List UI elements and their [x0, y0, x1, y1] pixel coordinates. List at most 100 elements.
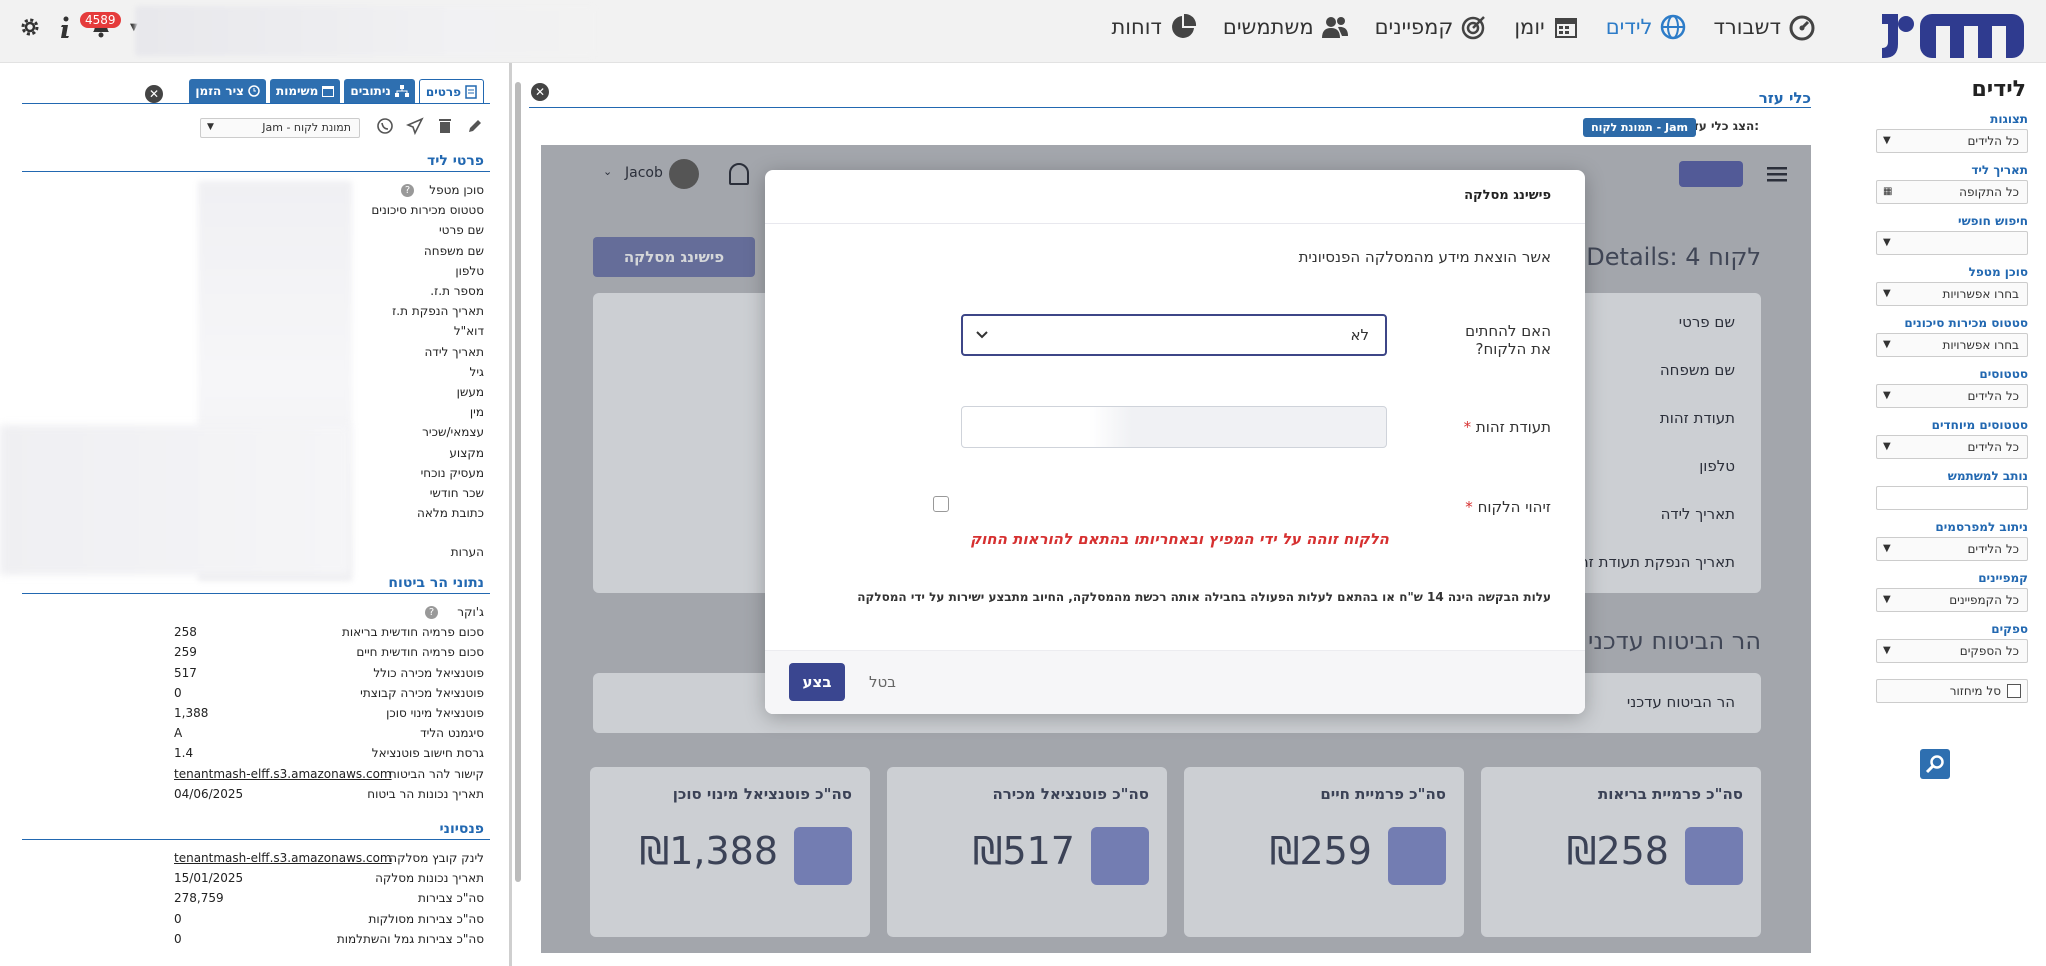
close-icon[interactable]: ✕: [531, 83, 549, 101]
id-number-text: תעודת זהות: [1475, 418, 1551, 436]
pie-chart-icon: [1171, 13, 1196, 38]
pencil-icon[interactable]: [466, 117, 484, 135]
pension-value[interactable]: tenantmash-elff.s3.amazonaws.com: [174, 851, 392, 865]
client-identified-text: זיהוי הלקוח: [1477, 498, 1551, 516]
insurance-link[interactable]: tenantmash-elff.s3.amazonaws.com: [174, 767, 392, 781]
insurance-value[interactable]: tenantmash-elff.s3.amazonaws.com: [174, 767, 392, 781]
filter-value: כל התקופה: [1959, 185, 2019, 199]
sitemap-icon: [394, 85, 409, 97]
filter-select[interactable]: ▼: [1876, 231, 2028, 255]
users-icon: [1321, 17, 1348, 38]
insurance-label: קישור להר הביטוח: [388, 766, 484, 781]
nav-campaigns[interactable]: קמפיינים: [1375, 13, 1489, 41]
filter-label: סוכן מטפל: [1968, 265, 2028, 279]
tab-routings[interactable]: ניתובים: [344, 79, 415, 103]
tool-chip[interactable]: תמונת לקוח - Jam: [1583, 118, 1696, 137]
view-select[interactable]: תמונת לקוח - Jam ▼: [200, 118, 360, 138]
filter-select[interactable]: כל התקופה ▦: [1876, 180, 2028, 204]
filter-select[interactable]: כל הלידים ▼: [1876, 384, 2028, 408]
insurance-row: פוטנציאל מכירה כולל 517: [14, 664, 484, 684]
execute-button[interactable]: בצע: [789, 663, 845, 701]
jam-logo[interactable]: [1880, 4, 2026, 60]
filter-input[interactable]: [1876, 486, 2028, 510]
pension-row: סה"כ צבירות מסולקות 0: [14, 910, 484, 930]
filter-select[interactable]: כל הספקים ▼: [1876, 639, 2028, 663]
pension-row: לינק קובץ מסלקה tenantmash-elff.s3.amazon…: [14, 849, 484, 869]
sign-client-label-line1: האם להחתים: [1465, 322, 1551, 340]
tab-label: משימות: [276, 84, 319, 98]
lead-field-label: כתובת מלאה: [417, 506, 484, 521]
pension-link[interactable]: tenantmash-elff.s3.amazonaws.com: [174, 851, 392, 865]
filter-select[interactable]: כל הלידים ▼: [1876, 129, 2028, 153]
nav-calendar[interactable]: יומן: [1514, 13, 1579, 41]
panel-divider[interactable]: [509, 63, 512, 966]
bar-chart-icon: [794, 827, 852, 885]
filter-value: כל הלידים: [1967, 440, 2019, 454]
nav-reports[interactable]: דוחות: [1111, 13, 1196, 41]
cancel-button[interactable]: בטל: [869, 673, 896, 691]
recycle-bin-checkbox[interactable]: סל מיחזור: [1876, 679, 2028, 703]
insurance-value: 517: [174, 665, 197, 680]
insurance-row: קישור להר הביטוח tenantmash-elff.s3.amazo…: [14, 765, 484, 785]
kpi-value: ₪258: [1566, 829, 1669, 873]
filter-label: תצוגות: [1990, 112, 2028, 126]
pension-label: לינק קובץ מסלקה: [389, 851, 484, 865]
filter-select[interactable]: כל הלידים ▼: [1876, 537, 2028, 561]
filter-value: כל הלידים: [1967, 389, 2019, 403]
view-select-value: תמונת לקוח - Jam: [262, 121, 351, 134]
sign-client-select[interactable]: לא: [961, 314, 1387, 356]
insurance-value: A: [174, 726, 183, 741]
lead-toolbar: [376, 117, 484, 135]
filter-select[interactable]: בחרו אפשרויות ▼: [1876, 333, 2028, 357]
panel-title: כלי עזר: [1758, 89, 1811, 107]
filter-select[interactable]: בחרו אפשרויות ▼: [1876, 282, 2028, 306]
kpi-value: ₪259: [1269, 829, 1372, 873]
kpi-value: ₪1,388: [639, 829, 778, 873]
lead-field-label: הערות: [450, 545, 484, 559]
background-section-field: הר הביטוח עדכני: [1626, 693, 1735, 711]
required-mark: *: [1465, 498, 1473, 516]
checkbox-box[interactable]: [2007, 684, 2021, 698]
nav-dashboard[interactable]: דשבורד: [1713, 13, 1816, 41]
filter-label: נותב למשתמש: [1947, 469, 2028, 483]
kpi-title: סה"כ פרמיית חיים: [1320, 785, 1446, 803]
insurance-value: 04/06/2025: [174, 786, 244, 801]
client-identified-checkbox[interactable]: [933, 496, 949, 512]
scrollbar[interactable]: [515, 82, 521, 882]
tab-timeline[interactable]: ציר הזמן: [189, 79, 267, 103]
redacted-values: [0, 425, 350, 575]
insurance-row: גרסת חישוב פוטנציאל 1.4: [14, 744, 484, 764]
help-icon[interactable]: ?: [401, 184, 414, 197]
trash-icon[interactable]: [436, 117, 454, 135]
tab-details[interactable]: פרטים: [418, 79, 484, 103]
clock-icon: [248, 85, 260, 97]
divider: [22, 103, 490, 104]
id-number-input[interactable]: [961, 406, 1387, 448]
whatsapp-icon[interactable]: [376, 117, 394, 135]
insurance-label: סכום פרמיה חודשית חיים: [356, 645, 484, 660]
insurance-value: 1,388: [174, 706, 209, 720]
insurance-label: גרסת חישוב פוטנציאל: [371, 746, 484, 761]
nav-leads[interactable]: לידים: [1606, 13, 1688, 41]
tab-tasks[interactable]: משימות: [270, 79, 341, 103]
target-icon: [1462, 16, 1486, 40]
search-button[interactable]: [1920, 749, 1950, 779]
info-icon[interactable]: [58, 15, 72, 39]
top-header: דשבורד לידים יומן קמפיינים משתמשים דוחות…: [0, 0, 2046, 63]
nav-label: משתמשים: [1222, 15, 1314, 39]
filter-label: חיפוש חופשי: [1958, 214, 2028, 228]
filter-value: כל הלידים: [1967, 134, 2019, 148]
pension-value: 0: [174, 931, 182, 946]
nav-label: יומן: [1514, 15, 1545, 39]
filter-select[interactable]: כל הלידים ▼: [1876, 435, 2028, 459]
close-icon[interactable]: ✕: [145, 85, 163, 103]
kpi-title: סה"כ פוטנציאל מינוי סוכן: [672, 785, 852, 803]
send-icon[interactable]: [406, 117, 424, 135]
nav-users[interactable]: משתמשים: [1223, 13, 1349, 41]
lead-details-panel: פרטים ניתובים משימות ציר הזמן ✕ תמונת לק…: [0, 63, 500, 966]
gear-icon[interactable]: [18, 15, 42, 39]
sidebar-title: לידים: [1971, 77, 2026, 102]
filter-select[interactable]: כל הקמפיינים ▼: [1876, 588, 2028, 612]
help-icon[interactable]: ?: [425, 606, 438, 619]
speedometer-icon: [1789, 15, 1815, 41]
